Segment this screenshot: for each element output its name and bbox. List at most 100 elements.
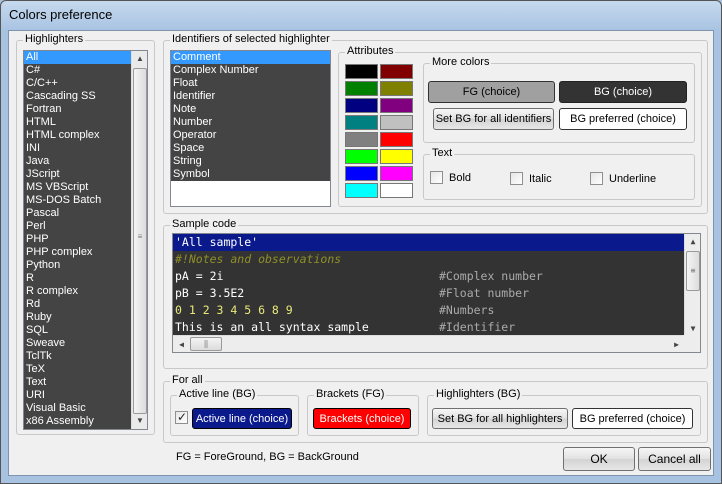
color-swatch[interactable] — [345, 132, 378, 147]
code-line[interactable]: 0 1 2 3 4 5 6 8 9 #Numbers — [173, 302, 685, 319]
color-swatch[interactable] — [380, 64, 413, 79]
scroll-thumb[interactable]: ≡ — [133, 68, 147, 414]
identifier-item[interactable]: Identifier — [171, 90, 330, 103]
color-swatch[interactable] — [380, 98, 413, 113]
highlighter-item[interactable]: INI — [24, 142, 131, 155]
highlighter-item[interactable]: Visual Basic — [24, 402, 131, 415]
active-line-checkbox-box[interactable] — [175, 410, 188, 424]
bg-preferred-highlighters-label: BG preferred (choice) — [579, 412, 686, 425]
identifier-item[interactable]: Operator — [171, 129, 330, 142]
color-swatch[interactable] — [380, 149, 413, 164]
italic-checkbox[interactable]: Italic — [510, 172, 552, 185]
set-bg-all-highlighters-button[interactable]: Set BG for all highlighters — [432, 408, 568, 429]
highlighter-item[interactable]: Cascading SS — [24, 90, 131, 103]
highlighter-item[interactable]: Perl — [24, 220, 131, 233]
code-vertical-scrollbar[interactable]: ▲ ≡ ▼ — [684, 234, 700, 337]
highlighter-item[interactable]: HTML complex — [24, 129, 131, 142]
highlighter-item[interactable]: Text — [24, 376, 131, 389]
scroll-down-arrow-icon[interactable]: ▼ — [132, 413, 147, 429]
highlighters-scrollbar[interactable]: ▲ ≡ ▼ — [131, 51, 147, 429]
color-swatch[interactable] — [345, 166, 378, 181]
highlighter-item[interactable]: Java — [24, 155, 131, 168]
bg-preferred-highlighters-button[interactable]: BG preferred (choice) — [572, 408, 693, 429]
color-swatch[interactable] — [380, 132, 413, 147]
color-swatch[interactable] — [345, 64, 378, 79]
title-bar[interactable]: Colors preference — [1, 1, 721, 29]
highlighter-item[interactable]: Fortran — [24, 103, 131, 116]
brackets-choice-button[interactable]: Brackets (choice) — [313, 408, 411, 429]
highlighter-item[interactable]: Rd — [24, 298, 131, 311]
highlighter-item[interactable]: Pascal — [24, 207, 131, 220]
identifier-item[interactable]: String — [171, 155, 330, 168]
scroll-up-arrow-icon[interactable]: ▲ — [132, 51, 147, 67]
code-scroll-left-icon[interactable]: ◀ — [173, 336, 190, 352]
code-line[interactable]: pA = 2i #Complex number — [173, 268, 685, 285]
identifier-item[interactable]: Float — [171, 77, 330, 90]
highlighters-list[interactable]: All C# C/C++ Cascading SS Fortran HTML HTML co… — [23, 50, 148, 430]
cancel-all-label: Cancel all — [648, 452, 701, 466]
highlighter-item[interactable]: Sweave — [24, 337, 131, 350]
more-colors-group: More colors — [423, 56, 695, 143]
highlighter-item[interactable]: R complex — [24, 285, 131, 298]
code-line[interactable]: pB = 3.5E2 #Float number — [173, 285, 685, 302]
highlighter-item[interactable]: Python — [24, 259, 131, 272]
color-swatch[interactable] — [345, 81, 378, 96]
cancel-all-button[interactable]: Cancel all — [638, 447, 711, 471]
identifier-item[interactable]: Comment — [171, 51, 330, 64]
ok-label: OK — [590, 452, 608, 466]
fg-choice-button[interactable]: FG (choice) — [428, 81, 555, 103]
bg-choice-button[interactable]: BG (choice) — [559, 81, 687, 103]
ok-button[interactable]: OK — [563, 447, 635, 471]
code-text: This is an all syntax sample — [175, 320, 369, 334]
code-line[interactable]: 'All sample' — [173, 234, 685, 251]
set-bg-all-identifiers-label: Set BG for all identifiers — [435, 113, 552, 125]
highlighter-item[interactable]: SQL — [24, 324, 131, 337]
highlighter-item[interactable]: Ruby — [24, 311, 131, 324]
color-swatch[interactable] — [380, 115, 413, 130]
highlighter-item[interactable]: JScript — [24, 168, 131, 181]
color-swatch[interactable] — [345, 98, 378, 113]
highlighter-item[interactable]: URI — [24, 389, 131, 402]
code-text: 'All sample' — [175, 235, 259, 249]
identifier-item[interactable]: Space — [171, 142, 330, 155]
bg-preferred-identifiers-button[interactable]: BG preferred (choice) — [559, 108, 687, 130]
identifiers-list[interactable]: Comment Complex Number Float Identifier Note… — [170, 50, 331, 207]
active-line-choice-button[interactable]: Active line (choice) — [192, 408, 292, 429]
underline-checkbox[interactable]: Underline — [590, 172, 656, 185]
identifier-item[interactable]: Symbol — [171, 168, 330, 181]
highlighter-item[interactable]: MS VBScript — [24, 181, 131, 194]
identifier-item[interactable]: Complex Number — [171, 64, 330, 77]
code-line[interactable]: This is an all syntax sample #Identifier — [173, 319, 685, 336]
highlighter-item[interactable]: C# — [24, 64, 131, 77]
color-swatch[interactable] — [380, 183, 413, 198]
highlighter-item[interactable]: HTML — [24, 116, 131, 129]
bold-checkbox[interactable]: Bold — [430, 171, 471, 184]
italic-checkbox-box[interactable] — [510, 172, 523, 185]
color-swatch[interactable] — [380, 166, 413, 181]
color-swatch[interactable] — [345, 115, 378, 130]
identifier-item[interactable]: Number — [171, 116, 330, 129]
bold-checkbox-box[interactable] — [430, 171, 443, 184]
set-bg-all-identifiers-button[interactable]: Set BG for all identifiers — [433, 108, 554, 130]
highlighter-item[interactable]: PHP complex — [24, 246, 131, 259]
highlighter-item[interactable]: x86 Assembly — [24, 415, 131, 428]
code-horizontal-scrollbar[interactable]: ◀ ‖ ▶ — [173, 335, 685, 352]
underline-checkbox-box[interactable] — [590, 172, 603, 185]
code-hscroll-thumb[interactable]: ‖ — [190, 337, 222, 351]
highlighter-item[interactable]: R — [24, 272, 131, 285]
highlighter-item[interactable]: C/C++ — [24, 77, 131, 90]
highlighter-item[interactable]: TclTk — [24, 350, 131, 363]
color-swatch[interactable] — [380, 81, 413, 96]
color-swatch[interactable] — [345, 183, 378, 198]
active-line-legend: Active line (BG) — [177, 388, 258, 400]
highlighter-item[interactable]: PHP — [24, 233, 131, 246]
identifier-item[interactable]: Note — [171, 103, 330, 116]
highlighter-item[interactable]: All — [24, 51, 131, 64]
highlighter-item[interactable]: MS-DOS Batch — [24, 194, 131, 207]
sample-code-editor[interactable]: 'All sample' #!Notes and observations pA =… — [172, 233, 701, 353]
color-swatch[interactable] — [345, 149, 378, 164]
code-line[interactable]: #!Notes and observations — [173, 251, 685, 268]
highlighter-item[interactable]: TeX — [24, 363, 131, 376]
code-vscroll-thumb[interactable]: ≡ — [686, 251, 700, 291]
code-scroll-up-icon[interactable]: ▲ — [685, 234, 700, 250]
